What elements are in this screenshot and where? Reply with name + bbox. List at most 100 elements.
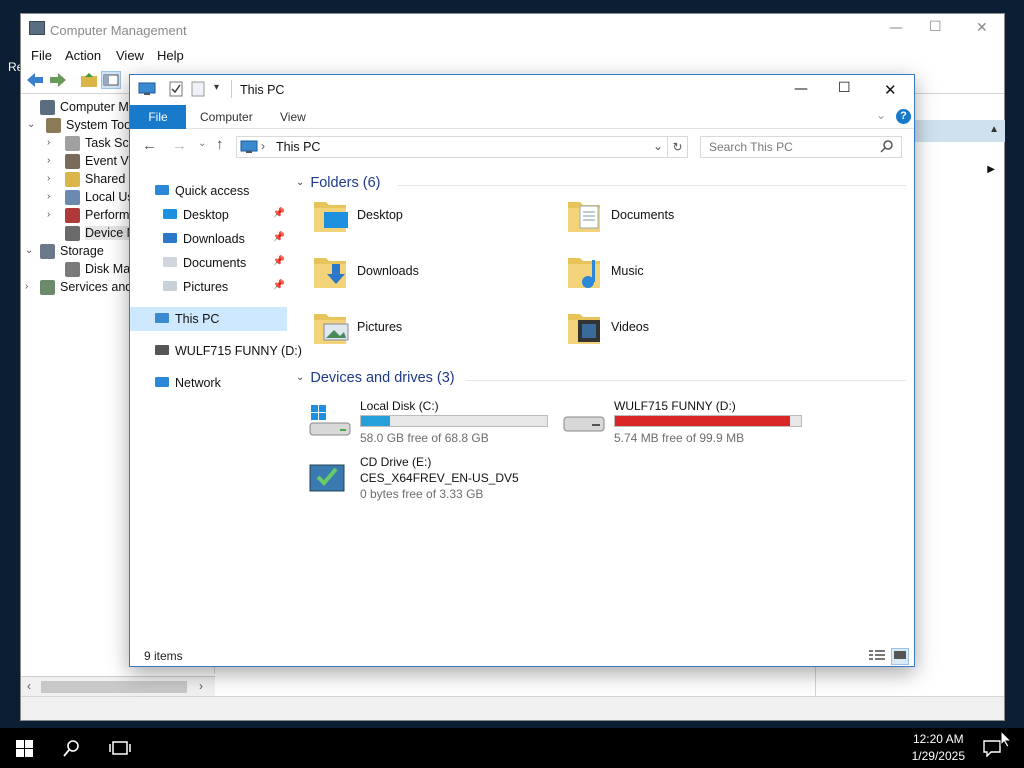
scroll-left-icon[interactable]: ‹ [27, 679, 31, 693]
tab-computer[interactable]: Computer [200, 110, 253, 124]
expand-right-icon[interactable]: ▶ [987, 164, 995, 175]
drive-e[interactable]: CD Drive (E:) CES_X64FREV_EN-US_DV5 0 byte… [308, 453, 568, 503]
pictures-folder-icon [312, 308, 350, 348]
nav-item-label: Documents [183, 256, 247, 270]
menu-file[interactable]: File [31, 48, 52, 63]
folder-pictures[interactable]: Pictures [312, 304, 552, 354]
large-icons-view-icon[interactable] [891, 648, 909, 665]
address-bar[interactable]: › This PC ⌄ [236, 136, 668, 158]
new-folder-icon[interactable] [190, 80, 206, 98]
taskbar: 12:20 AM 1/29/2025 [0, 728, 1024, 768]
clock[interactable]: 12:20 AM 1/29/2025 [912, 731, 965, 765]
drive-d[interactable]: WULF715 FUNNY (D:) 5.74 MB free of 99.9 M… [562, 397, 822, 447]
back-arrow-icon[interactable] [25, 71, 45, 89]
downloads-folder-icon [312, 252, 350, 292]
menu-view[interactable]: View [116, 48, 144, 63]
scroll-thumb[interactable] [41, 681, 187, 693]
nav-item-network[interactable]: Network [130, 371, 287, 395]
devices-group-header[interactable]: ⌄ Devices and drives (3) [296, 370, 906, 386]
pin-icon[interactable]: 📌 [273, 280, 285, 291]
expand-chevron-icon[interactable]: › [25, 281, 35, 292]
folders-group-label: Folders (6) [310, 175, 381, 191]
search-box[interactable]: Search This PC [700, 136, 902, 158]
show-hide-tree-icon[interactable] [101, 71, 121, 89]
expand-chevron-icon[interactable]: › [47, 209, 57, 220]
minimize-button[interactable]: — [889, 20, 903, 36]
nav-item-quick-access[interactable]: Quick access [130, 179, 287, 203]
nav-item-this-pc[interactable]: This PC [130, 307, 287, 331]
expand-ribbon-icon[interactable]: ⌄ [876, 108, 886, 122]
maximize-button[interactable]: ☐ [929, 19, 942, 35]
explorer-close-button[interactable]: ✕ [884, 81, 897, 99]
clock-time: 12:20 AM [912, 732, 964, 746]
folder-label: Pictures [357, 320, 403, 334]
music-folder-icon [566, 252, 604, 292]
pin-icon[interactable]: 📌 [273, 232, 285, 243]
nav-item-wulf715-funny-d[interactable]: WULF715 FUNNY (D:) [130, 339, 302, 363]
this-pc-content: ⌄ Folders (6) Desktop Documents Downloads Mu… [288, 165, 914, 635]
address-chevron-icon[interactable]: › [261, 139, 265, 153]
collapse-chevron-icon[interactable]: ⌄ [25, 245, 35, 256]
customize-toolbar-icon[interactable]: ▾ [214, 82, 219, 93]
group-collapse-icon[interactable]: ⌄ [296, 372, 304, 383]
action-center-icon[interactable] [982, 739, 1002, 760]
nav-item-desktop[interactable]: Desktop 📌 [130, 203, 287, 227]
folder-documents[interactable]: Documents [566, 192, 806, 242]
explorer-minimize-button[interactable]: — [794, 81, 808, 97]
expand-chevron-icon[interactable]: › [47, 155, 57, 166]
search-icon[interactable] [880, 139, 894, 156]
folder-downloads[interactable]: Downloads [312, 248, 552, 298]
expand-chevron-icon[interactable]: › [47, 191, 57, 202]
tree-item-label: Perform [85, 208, 130, 222]
start-windows-icon[interactable] [16, 740, 33, 760]
folder-label: Desktop [357, 208, 403, 222]
address-path[interactable]: This PC [276, 140, 320, 154]
nav-item-pictures[interactable]: Pictures 📌 [130, 275, 287, 299]
documents-folder-icon [566, 196, 604, 236]
address-pc-icon [240, 140, 258, 154]
tree-horizontal-scrollbar[interactable]: ‹ › [21, 676, 215, 696]
task-view-icon[interactable] [109, 740, 131, 759]
search-taskbar-icon[interactable] [63, 739, 81, 760]
explorer-maximize-button[interactable]: ☐ [838, 80, 851, 96]
drive-c[interactable]: Local Disk (C:) 58.0 GB free of 68.8 GB [308, 397, 568, 447]
back-button[interactable]: ← [142, 137, 157, 154]
pin-icon[interactable]: 📌 [273, 256, 285, 267]
close-button[interactable]: ✕ [976, 20, 988, 36]
details-view-icon[interactable] [868, 648, 886, 665]
windows-drive-icon [308, 403, 352, 437]
this-pc-icon[interactable] [138, 82, 156, 96]
tab-file[interactable]: File [130, 105, 186, 129]
menu-help[interactable]: Help [157, 48, 184, 63]
search-input[interactable]: Search This PC [709, 140, 793, 154]
address-dropdown-icon[interactable]: ⌄ [653, 139, 663, 153]
forward-button[interactable]: → [172, 137, 187, 154]
drive-usage-fill [361, 416, 391, 426]
up-button[interactable]: ↑ [216, 136, 224, 153]
refresh-button[interactable]: ↻ [668, 136, 688, 158]
folder-music[interactable]: Music [566, 248, 806, 298]
desktop-icon [162, 207, 178, 221]
collapse-chevron-icon[interactable]: ⌄ [27, 119, 37, 130]
properties-icon[interactable] [168, 80, 184, 98]
recent-locations-button[interactable]: ⌄ [198, 138, 206, 149]
help-icon[interactable]: ? [896, 109, 911, 124]
up-folder-icon[interactable] [79, 71, 99, 89]
tree-item-label: Local Us [85, 190, 134, 204]
folder-videos[interactable]: Videos [566, 304, 806, 354]
clock-icon [65, 136, 80, 151]
pin-icon[interactable]: 📌 [273, 208, 285, 219]
nav-item-documents[interactable]: Documents 📌 [130, 251, 287, 275]
expand-chevron-icon[interactable]: › [47, 137, 57, 148]
tab-view[interactable]: View [280, 110, 306, 124]
forward-arrow-icon[interactable] [48, 71, 68, 89]
folder-desktop[interactable]: Desktop [312, 192, 552, 242]
folders-group-header[interactable]: ⌄ Folders (6) [296, 175, 906, 191]
group-collapse-icon[interactable]: ⌄ [296, 177, 304, 188]
nav-item-downloads[interactable]: Downloads 📌 [130, 227, 287, 251]
explorer-title: This PC [240, 83, 285, 97]
menu-action[interactable]: Action [65, 48, 101, 63]
expand-chevron-icon[interactable]: › [47, 173, 57, 184]
scroll-right-icon[interactable]: › [199, 679, 203, 693]
collapse-up-icon[interactable]: ▲ [989, 124, 999, 135]
